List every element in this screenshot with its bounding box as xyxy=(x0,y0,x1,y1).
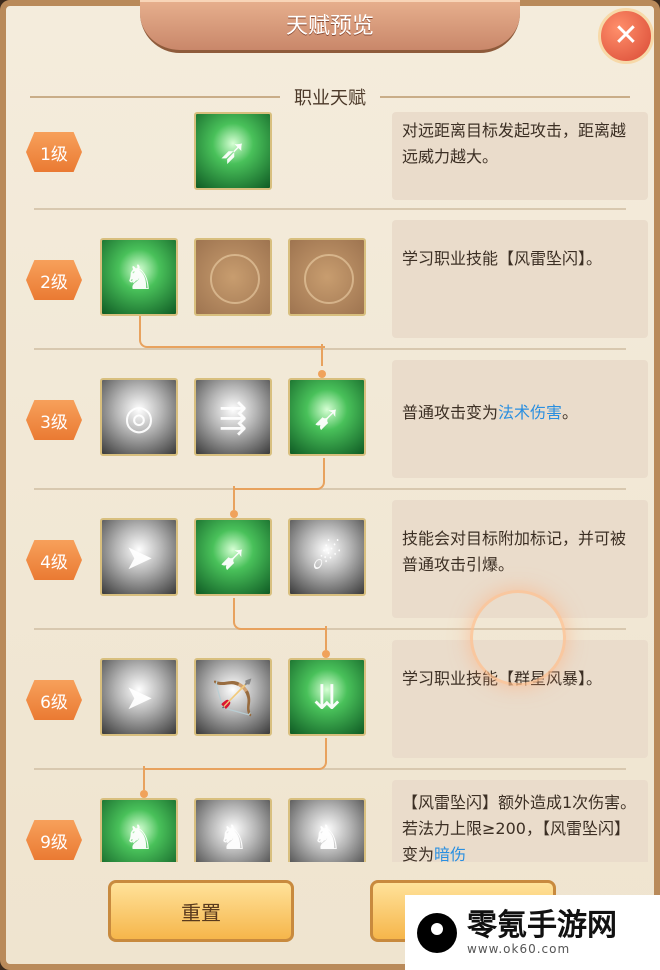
level-badge: 6级 xyxy=(26,680,82,720)
location-pin-icon xyxy=(417,912,457,953)
description-text: 对远距离目标发起攻击，距离越远威力越大。 xyxy=(402,121,627,166)
watermark-url: www.ok60.com xyxy=(467,941,571,956)
description-box: 【风雷坠闪】额外造成1次伤害。若法力上限≥200，【风雷坠闪】变为暗伤 xyxy=(392,780,648,862)
archer-skill-icon[interactable]: ♞ xyxy=(100,238,178,316)
watermark: 零氪手游网 www.ok60.com xyxy=(405,895,660,970)
talent-connector xyxy=(143,766,145,790)
divider-right xyxy=(380,96,630,98)
divider-left xyxy=(30,96,280,98)
connector-node xyxy=(322,650,330,658)
archer-skill-icon[interactable]: ♞ xyxy=(288,798,366,862)
magic-arrow-icon[interactable]: ➹ xyxy=(194,518,272,596)
talent-row-level-3: 3级 ◎ ⇶ ➹ 普通攻击变为法术伤害。 xyxy=(6,350,654,490)
archer-pose-icon[interactable]: 🏹 xyxy=(194,658,272,736)
close-button[interactable]: ✕ xyxy=(598,8,654,64)
description-box: 普通攻击变为法术伤害。 xyxy=(392,360,648,478)
light-beam-icon[interactable]: ☄ xyxy=(288,518,366,596)
talent-connector xyxy=(325,626,327,650)
multi-arrow-icon[interactable]: ⇶ xyxy=(194,378,272,456)
talent-connector xyxy=(139,316,325,348)
archer-skill-icon[interactable]: ♞ xyxy=(100,798,178,862)
talent-connector xyxy=(233,458,325,490)
target-arrow-icon[interactable]: ◎ xyxy=(100,378,178,456)
connector-node xyxy=(140,790,148,798)
archer-skill-icon[interactable]: ♞ xyxy=(194,798,272,862)
talent-connector xyxy=(321,344,323,366)
glow-ring xyxy=(470,590,566,686)
talent-connector xyxy=(233,598,327,630)
description-text: 【风雷坠闪】额外造成1次伤害。若法力上限≥200，【风雷坠闪】变为暗伤 xyxy=(402,790,638,862)
bow-icon[interactable]: ➶ xyxy=(194,112,272,190)
magic-arrow-icon[interactable]: ➹ xyxy=(288,378,366,456)
section-title: 职业天赋 xyxy=(294,88,366,109)
arrowhead-icon[interactable]: ➤ xyxy=(100,658,178,736)
arrow-rain-icon[interactable]: ⇊ xyxy=(288,658,366,736)
locked-slot-icon[interactable] xyxy=(288,238,366,316)
talent-row-level-2: 2级 ♞ 学习职业技能【风雷坠闪】。 xyxy=(6,210,654,350)
level-badge: 2级 xyxy=(26,260,82,300)
talent-connector xyxy=(233,486,235,510)
watermark-brand: 零氪手游网 xyxy=(467,907,617,943)
talent-connector xyxy=(143,738,327,770)
level-badge: 4级 xyxy=(26,540,82,580)
level-badge: 9级 xyxy=(26,820,82,860)
level-badge: 1级 xyxy=(26,132,82,172)
section-header: 职业天赋 xyxy=(30,85,630,109)
locked-slot-icon[interactable] xyxy=(194,238,272,316)
reset-button[interactable]: 重置 xyxy=(108,880,294,942)
connector-node xyxy=(230,510,238,518)
level-badge: 3级 xyxy=(26,400,82,440)
connector-node xyxy=(318,370,326,378)
description-suffix: 。 xyxy=(562,403,579,422)
description-box: 学习职业技能【风雷坠闪】。 xyxy=(392,220,648,338)
close-icon: ✕ xyxy=(613,18,639,53)
talent-row-level-1: 1级 ➶ 对远距离目标发起攻击，距离越远威力越大。 xyxy=(6,112,654,210)
description-text: 学习职业技能【风雷坠闪】。 xyxy=(402,249,603,268)
window-title: 天赋预览 xyxy=(285,14,374,39)
description-prefix: 普通攻击变为 xyxy=(402,403,499,422)
arrowhead-icon[interactable]: ➤ xyxy=(100,518,178,596)
description-text: 技能会对目标附加标记，并可被普通攻击引爆。 xyxy=(402,529,627,574)
talent-row-level-9: 9级 ♞ ♞ ♞ 【风雷坠闪】额外造成1次伤害。若法力上限≥200，【风雷坠闪】… xyxy=(6,770,654,862)
description-highlight[interactable]: 暗伤 xyxy=(434,845,466,862)
title-ribbon: 天赋预览 xyxy=(140,0,520,53)
description-text: 普通攻击变为法术伤害。 xyxy=(402,400,638,426)
description-highlight[interactable]: 法术伤害 xyxy=(498,403,562,422)
description-box: 对远距离目标发起攻击，距离越远威力越大。 xyxy=(392,112,648,200)
